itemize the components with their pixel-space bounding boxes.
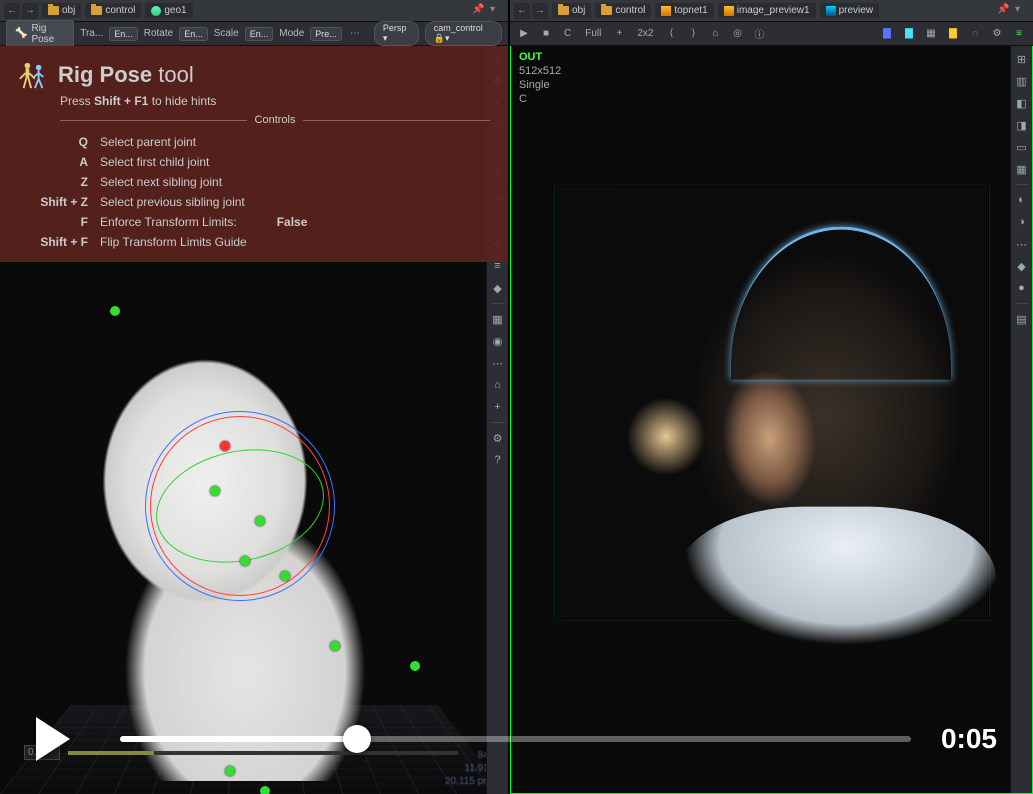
vtool-btn-13[interactable]: ⋯ (489, 354, 507, 372)
crumb-label: geo1 (164, 5, 186, 16)
tool-label: Rig Pose (31, 23, 65, 45)
crumb-geo1[interactable]: geo1 (145, 3, 192, 18)
left-path-bar: ← → obj control geo1 📌 ▾ (0, 0, 508, 22)
render-icon[interactable]: ▶ (516, 26, 532, 42)
crumb-obj[interactable]: obj (552, 3, 591, 18)
video-timecode: 0:05 (941, 723, 997, 755)
grid-mode[interactable]: 2x2 (633, 28, 657, 39)
vtool-btn-15[interactable]: + (489, 398, 507, 416)
crumb-topnet1[interactable]: topnet1 (655, 3, 713, 18)
tool-rig-pose[interactable]: 🦴 Rig Pose (6, 20, 74, 48)
crumb-label: control (105, 5, 135, 16)
color-g-icon[interactable]: ▇ (901, 26, 917, 42)
zoom-icon[interactable]: + (611, 26, 627, 42)
vtool-btn-17[interactable]: ? (489, 451, 507, 469)
play-button[interactable] (36, 717, 70, 761)
vtool-btn-11[interactable]: ▦ (489, 310, 507, 328)
crumb-obj[interactable]: obj (42, 3, 81, 18)
vtool-btn-12[interactable]: ◉ (489, 332, 507, 350)
vtool-btn-10[interactable]: ● (1013, 279, 1031, 297)
shelf-tab[interactable]: Rotate (144, 28, 173, 39)
shelf-tab[interactable]: Pre... (310, 27, 342, 41)
image-viewer[interactable]: OUT 512x512 Single C ⊞ ▥ ◧ ◨ ▭ ▦ ◐ ◑ ⋯ ◆ ● ▤ (510, 46, 1033, 794)
render-output-image (555, 185, 989, 619)
vtool-btn-9[interactable]: ◆ (1013, 257, 1031, 275)
vtool-btn-6[interactable]: ◐ (1013, 191, 1031, 209)
controls-heading: Controls (255, 114, 296, 126)
alpha-icon[interactable]: ▦ (923, 26, 939, 42)
view-menu[interactable]: Persp ▾ (374, 21, 419, 46)
image-viewer-side-toolbar: ⊞ ▥ ◧ ◨ ▭ ▦ ◐ ◑ ⋯ ◆ ● ▤ (1010, 46, 1032, 793)
scene-viewport[interactable]: Rig Pose tool Press Shift + F1 to hide h… (0, 46, 508, 794)
left-shelf: 🦴 Rig Pose Tra... En... Rotate En... Sca… (0, 22, 508, 46)
next-icon[interactable]: ⟩ (685, 26, 701, 42)
hint-title: Rig Pose (58, 62, 152, 87)
color-r-icon[interactable]: ▇ (879, 26, 895, 42)
geo-icon (151, 6, 161, 16)
home-icon[interactable]: ⌂ (707, 26, 723, 42)
folder-icon (91, 6, 102, 15)
panel-menu-icon[interactable]: ▾ (490, 4, 504, 18)
crumb-control[interactable]: control (85, 3, 141, 18)
camera-menu[interactable]: cam_control 🔒▾ (425, 21, 502, 46)
target-icon[interactable]: ◎ (729, 26, 745, 42)
vtool-btn-5[interactable]: ▦ (1013, 160, 1031, 178)
expand-shelf-icon[interactable]: ⋯ (348, 26, 362, 42)
vtool-btn-8[interactable]: ⋯ (1013, 235, 1031, 253)
pin-icon[interactable]: 📌 (997, 4, 1011, 18)
stop-icon[interactable]: ■ (538, 26, 554, 42)
magnet-icon[interactable]: ∩ (967, 26, 983, 42)
vtool-btn-2[interactable]: ◧ (1013, 94, 1031, 112)
pin-icon[interactable]: 📌 (472, 4, 486, 18)
rig-pose-icon (18, 60, 48, 90)
vtool-btn-4[interactable]: ▭ (1013, 138, 1031, 156)
rig-pose-icon: 🦴 (15, 28, 27, 39)
vtool-btn-7[interactable]: ◑ (1013, 213, 1031, 231)
crumb-preview[interactable]: preview (820, 3, 879, 18)
progress-thumb[interactable] (343, 725, 371, 753)
nav-forward-button[interactable]: → (532, 3, 548, 19)
vtool-btn-14[interactable]: ⌂ (489, 376, 507, 394)
image-viewer-toolbar: ▶ ■ C Full + 2x2 ⟨ ⟩ ⌂ ◎ ⓘ ▇ ▇ ▦ ▇ ∩ ⚙ ≡ (510, 22, 1033, 46)
hint-table: QSelect parent joint ASelect first child… (36, 132, 490, 252)
gear-icon[interactable]: ⚙ (989, 26, 1005, 42)
right-pane: ← → obj control topnet1 image_preview1 p… (510, 0, 1033, 794)
vtool-btn-0[interactable]: ⊞ (1013, 50, 1031, 68)
shelf-tab[interactable]: Scale (214, 28, 239, 39)
vtool-btn-10[interactable]: ◆ (489, 279, 507, 297)
info-icon[interactable]: ⓘ (751, 26, 767, 42)
shelf-tab[interactable]: En... (179, 27, 208, 41)
pick-icon[interactable]: ▇ (945, 26, 961, 42)
nav-back-button[interactable]: ← (514, 3, 530, 19)
crumb-control[interactable]: control (595, 3, 651, 18)
right-path-bar: ← → obj control topnet1 image_preview1 p… (510, 0, 1033, 22)
vtool-btn-3[interactable]: ◨ (1013, 116, 1031, 134)
crumb-image-preview1[interactable]: image_preview1 (718, 3, 816, 18)
panel-menu-icon[interactable]: ▾ (1015, 4, 1029, 18)
nav-back-button[interactable]: ← (4, 3, 20, 19)
left-pane: ← → obj control geo1 📌 ▾ 🦴 Rig Pose Tra.… (0, 0, 510, 794)
folder-icon (48, 6, 59, 15)
vtool-btn-11[interactable]: ▤ (1013, 310, 1031, 328)
channel-display[interactable]: C (560, 28, 575, 39)
hint-title-suffix: tool (158, 62, 193, 87)
shelf-tab[interactable]: Mode (279, 28, 304, 39)
video-controls-overlay: 0:05 (0, 704, 1033, 774)
shelf-tab[interactable]: En... (109, 27, 138, 41)
vtool-btn-1[interactable]: ▥ (1013, 72, 1031, 90)
image-meta: OUT 512x512 Single C (519, 50, 561, 106)
crumb-label: obj (62, 5, 75, 16)
prev-icon[interactable]: ⟨ (663, 26, 679, 42)
help-icon[interactable]: ≡ (1011, 26, 1027, 42)
vtool-btn-16[interactable]: ⚙ (489, 429, 507, 447)
shelf-tab[interactable]: En... (245, 27, 274, 41)
tool-hint-panel: Rig Pose tool Press Shift + F1 to hide h… (0, 46, 508, 262)
fit-mode[interactable]: Full (581, 28, 605, 39)
nav-forward-button[interactable]: → (22, 3, 38, 19)
shelf-tab[interactable]: Tra... (80, 28, 103, 39)
video-progress-bar[interactable] (120, 736, 911, 742)
